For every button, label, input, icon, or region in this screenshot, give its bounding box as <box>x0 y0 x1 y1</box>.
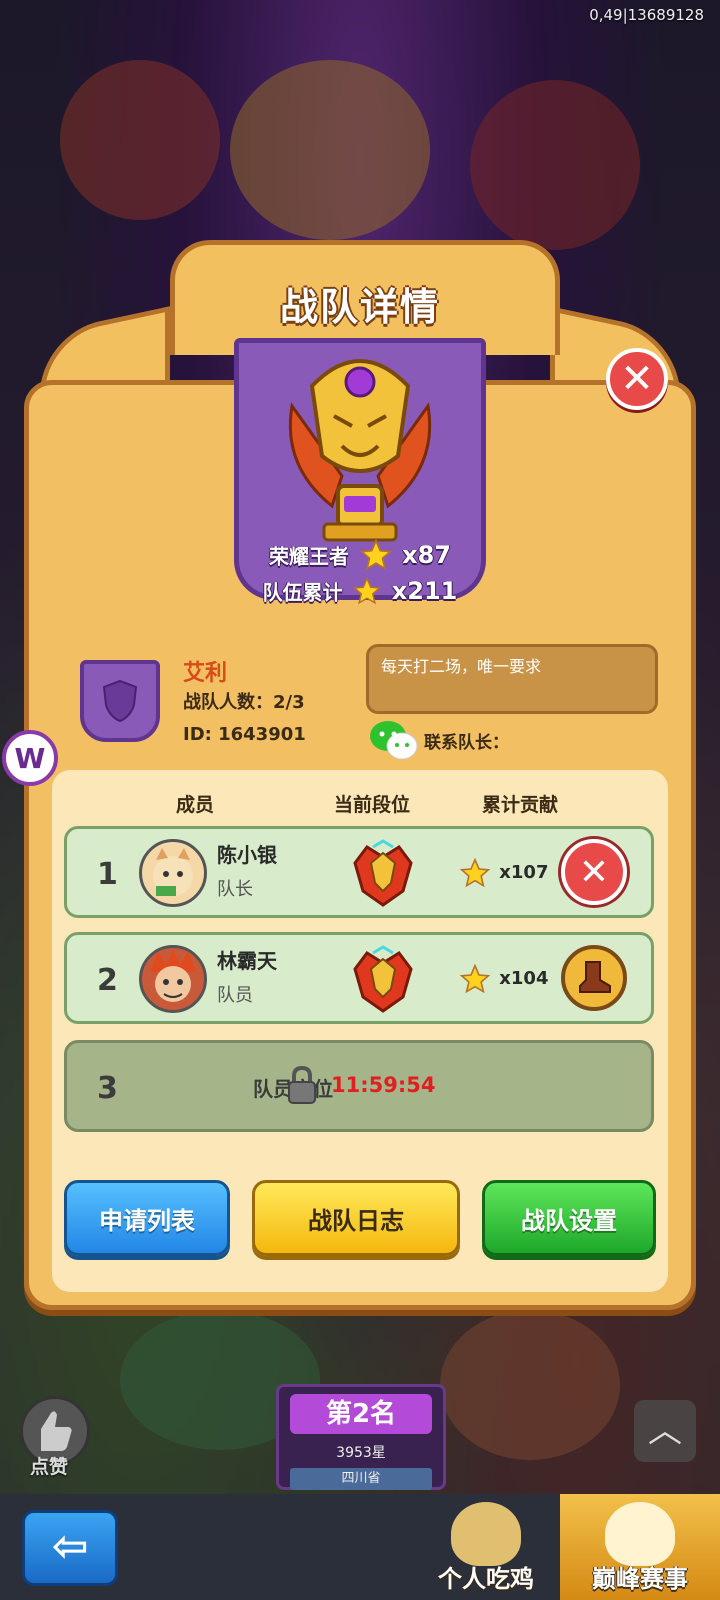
avatar[interactable] <box>139 839 207 907</box>
member-index: 2 <box>97 963 118 998</box>
star-icon <box>459 857 491 888</box>
warrior-avatar-icon <box>150 950 196 1002</box>
chevron-up-icon: ︿ <box>648 1411 682 1451</box>
scroll-top-button[interactable]: ︿ <box>634 1400 696 1462</box>
member-contribution: x107 <box>459 857 548 889</box>
close-icon: ✕ <box>578 851 610 893</box>
contact-captain-label: 联系队长： <box>424 733 509 753</box>
team-id: ID: 1643901 <box>183 724 306 745</box>
tab-personal-label: 个人吃鸡 <box>438 1565 534 1593</box>
team-member-count: 战队人数：2/3 <box>183 692 305 713</box>
apply-list-button[interactable]: 申请列表 <box>64 1180 230 1256</box>
dialog-title: 战队详情 <box>279 285 440 329</box>
column-contribution: 累计贡献 <box>482 794 559 816</box>
honor-king-value: x87 <box>402 541 452 569</box>
tab-peak-label: 巅峰赛事 <box>592 1565 688 1593</box>
boot-icon <box>579 961 611 993</box>
team-total-label: 队伍累计 <box>262 580 343 605</box>
shield-icon <box>102 679 138 723</box>
rank-place: 第2名 <box>290 1394 432 1434</box>
bg-character-blob <box>440 1310 620 1460</box>
dragon-trophy-icon <box>288 359 432 542</box>
back-button[interactable]: ⇦ <box>22 1510 118 1586</box>
honor-king-row: 荣耀王者 x87 <box>0 538 720 572</box>
rank-badge-icon <box>353 945 413 1013</box>
member-contribution: x104 <box>459 963 548 995</box>
team-total-value: x211 <box>391 577 458 605</box>
team-emblem <box>80 660 160 742</box>
side-w-icon[interactable]: W <box>2 730 58 786</box>
slot-unlock-timer: 11:59:54 <box>331 1073 436 1097</box>
member-contribution-value: x107 <box>499 862 549 883</box>
member-index: 3 <box>97 1071 118 1106</box>
team-log-button[interactable]: 战队日志 <box>252 1180 460 1256</box>
boot-member-button[interactable] <box>561 945 627 1011</box>
bg-character-blob <box>60 60 220 220</box>
lock-icon <box>288 1065 316 1104</box>
avatar[interactable] <box>139 945 207 1013</box>
bg-character-blob <box>470 80 640 250</box>
member-name: 林霸天 <box>217 949 277 973</box>
member-index: 1 <box>97 857 118 892</box>
column-member: 成员 <box>176 794 215 816</box>
close-dialog-button[interactable]: ✕ <box>606 348 668 410</box>
close-icon: ✕ <box>620 356 654 402</box>
rank-province: 四川省 <box>290 1468 432 1490</box>
tab-peak[interactable]: 巅峰赛事 <box>560 1494 720 1600</box>
member-role: 队长 <box>217 879 253 900</box>
member-name: 陈小银 <box>217 843 277 867</box>
wechat-icon[interactable] <box>368 718 420 762</box>
team-settings-button[interactable]: 战队设置 <box>482 1180 656 1256</box>
star-icon <box>352 576 382 605</box>
locked-member-slot: 3 队员空位 11:59:54 <box>64 1040 654 1132</box>
member-row[interactable]: 1 陈小银 队长 x107 ✕ <box>64 826 654 918</box>
rank-badge-icon <box>353 839 413 907</box>
team-name: 艾利 <box>183 661 228 686</box>
like-label: 点赞 <box>30 1456 69 1478</box>
column-rank: 当前段位 <box>334 794 411 816</box>
character-icon <box>605 1502 675 1566</box>
team-motto: 每天打二场，唯一要求 <box>366 644 658 714</box>
star-icon <box>459 963 491 994</box>
bg-character-blob <box>230 60 430 240</box>
star-icon <box>359 538 392 571</box>
session-id-text: 0,49|13689128 <box>589 6 704 24</box>
honor-king-label: 荣耀王者 <box>268 544 349 569</box>
team-total-row: 队伍累计 x211 <box>0 576 720 606</box>
member-role: 队员 <box>217 985 253 1006</box>
kick-member-button[interactable]: ✕ <box>561 839 627 905</box>
cat-avatar-icon <box>153 848 193 896</box>
arrow-left-icon: ⇦ <box>51 1521 89 1572</box>
member-row[interactable]: 2 林霸天 队员 x104 <box>64 932 654 1024</box>
rank-stars: 3953星 <box>336 1445 386 1461</box>
member-contribution-value: x104 <box>499 968 549 989</box>
character-icon <box>451 1502 521 1566</box>
tab-personal[interactable]: 个人吃鸡 <box>414 1494 558 1600</box>
